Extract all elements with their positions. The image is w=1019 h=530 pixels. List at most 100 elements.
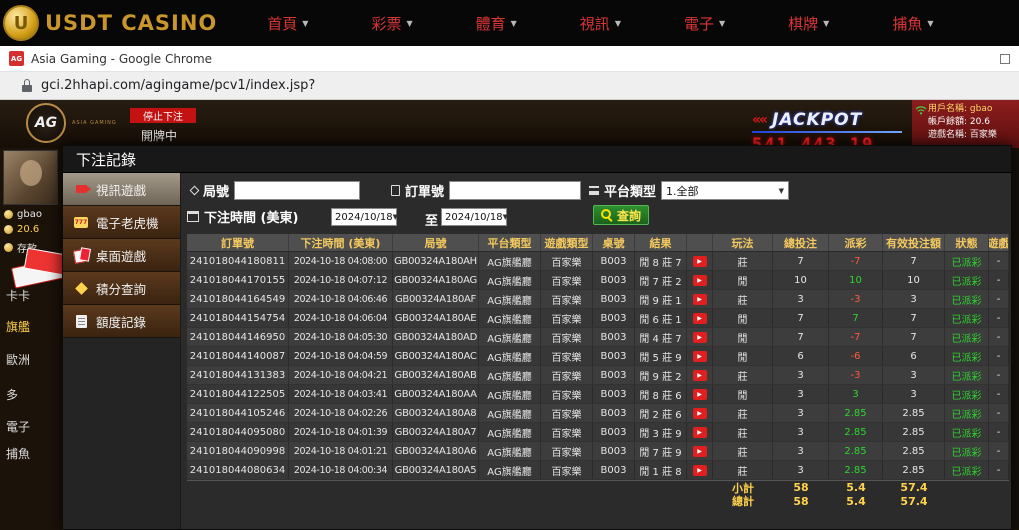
- cell-time: 2024-10-18 04:04:21: [289, 366, 393, 384]
- cell-video: ▶: [687, 461, 713, 479]
- cell-valid: 3: [883, 385, 945, 403]
- cell-play: 莊: [713, 461, 773, 479]
- cell-round: GB00324A180AB: [393, 366, 479, 384]
- cell-status: 已派彩: [945, 252, 989, 270]
- cell-valid: 7: [883, 328, 945, 346]
- search-button[interactable]: 查詢: [593, 205, 649, 225]
- cell-valid: 2.85: [883, 423, 945, 441]
- sidebar-item-table-games[interactable]: 桌面遊戲: [63, 239, 180, 272]
- order-filter: 訂單號: [391, 181, 581, 200]
- cell-result: 閒 5 莊 9: [635, 347, 687, 365]
- search-icon: [601, 209, 613, 221]
- maximize-button[interactable]: [1000, 54, 1010, 64]
- chrome-url-bar[interactable]: gci.2hhapi.com/agingame/pcv1/index.jsp?: [0, 72, 1019, 100]
- cell-platform: AG旗艦廳: [479, 347, 541, 365]
- video-replay-button[interactable]: ▶: [693, 256, 707, 267]
- video-replay-button[interactable]: ▶: [693, 427, 707, 438]
- cell-status: 已派彩: [945, 328, 989, 346]
- cell-round: GB00324A180AE: [393, 309, 479, 327]
- cell-video: ▶: [687, 404, 713, 422]
- window-title: Asia Gaming - Google Chrome: [31, 52, 212, 66]
- cell-payout: 3: [829, 385, 883, 403]
- cell-extra: -: [989, 366, 1009, 384]
- sidebar-item-quota-records[interactable]: 額度記錄: [63, 305, 180, 338]
- stop-betting-badge: 停止下注: [130, 108, 196, 123]
- chevron-down-icon: ▼: [719, 19, 725, 28]
- cell-bet: 3: [773, 290, 829, 308]
- game-top-bar: AG ASIA GAMING 停止下注 開牌中 «« JACKPOT 541,4…: [0, 100, 1019, 148]
- cell-extra: -: [989, 290, 1009, 308]
- cell-platform: AG旗艦廳: [479, 309, 541, 327]
- order-input[interactable]: [449, 181, 581, 200]
- cell-game: 百家樂: [541, 347, 593, 365]
- video-replay-button[interactable]: ▶: [693, 275, 707, 286]
- nav-item-label: 棋牌: [788, 13, 818, 34]
- date-from-select[interactable]: 2024/10/18 ▼: [331, 208, 397, 226]
- cell-game: 百家樂: [541, 290, 593, 308]
- room-item-2[interactable]: 歐洲: [6, 351, 30, 368]
- table-row: 2410180440950802024-10-18 04:01:39GB0032…: [187, 423, 1009, 442]
- cell-payout: 10: [829, 271, 883, 289]
- cell-video: ▶: [687, 271, 713, 289]
- nav-item-6[interactable]: 捕魚▼: [892, 13, 933, 34]
- cell-status: 已派彩: [945, 385, 989, 403]
- sidebar-item-points-query[interactable]: 積分查詢: [63, 272, 180, 305]
- video-replay-button[interactable]: ▶: [693, 332, 707, 343]
- video-replay-button[interactable]: ▶: [693, 408, 707, 419]
- strip-username-label: gbao: [17, 209, 42, 220]
- cell-table_no: B003: [593, 252, 635, 270]
- round-input[interactable]: [234, 181, 360, 200]
- nav-item-1[interactable]: 彩票▼: [371, 13, 412, 34]
- nav-item-2[interactable]: 體育▼: [476, 13, 517, 34]
- room-item-3[interactable]: 多: [6, 386, 18, 403]
- video-replay-button[interactable]: ▶: [693, 446, 707, 457]
- cell-game: 百家樂: [541, 366, 593, 384]
- room-item-5[interactable]: 捕魚: [6, 445, 30, 462]
- video-replay-button[interactable]: ▶: [693, 389, 707, 400]
- nav-item-3[interactable]: 視訊▼: [580, 13, 621, 34]
- cell-extra: -: [989, 423, 1009, 441]
- sidebar-item-slots[interactable]: 電子老虎機: [63, 206, 180, 239]
- video-replay-button[interactable]: ▶: [693, 465, 707, 476]
- nav-item-5[interactable]: 棋牌▼: [788, 13, 829, 34]
- cell-payout: 2.85: [829, 442, 883, 460]
- cell-result: 閒 9 莊 2: [635, 366, 687, 384]
- video-replay-button[interactable]: ▶: [693, 313, 707, 324]
- cell-play: 閒: [713, 271, 773, 289]
- url-text: gci.2hhapi.com/agingame/pcv1/index.jsp?: [41, 78, 315, 93]
- total-row: 總計 58 5.4 57.4: [187, 494, 1009, 508]
- cell-video: ▶: [687, 328, 713, 346]
- video-replay-button[interactable]: ▶: [693, 294, 707, 305]
- video-replay-button[interactable]: ▶: [693, 370, 707, 381]
- date-to-select[interactable]: 2024/10/18 ▼: [441, 208, 507, 226]
- cards-icon: [73, 247, 89, 263]
- jackpot-label: JACKPOT: [772, 110, 862, 130]
- sidebar-item-label: 桌面遊戲: [96, 246, 146, 265]
- table-row: 2410180441469502024-10-18 04:05:30GB0032…: [187, 328, 1009, 347]
- cell-time: 2024-10-18 04:01:21: [289, 442, 393, 460]
- cell-round: GB00324A180AC: [393, 347, 479, 365]
- chevron-down-icon: ▼: [779, 187, 784, 195]
- room-item-1[interactable]: 旗艦: [6, 318, 30, 335]
- room-item-4[interactable]: 電子: [6, 418, 30, 435]
- nav-item-0[interactable]: 首頁▼: [267, 13, 308, 34]
- cell-platform: AG旗艦廳: [479, 442, 541, 460]
- cell-round: GB00324A180A7: [393, 423, 479, 441]
- cell-bet: 3: [773, 461, 829, 479]
- room-item-0[interactable]: 卡卡: [6, 287, 30, 304]
- cell-time: 2024-10-18 04:03:41: [289, 385, 393, 403]
- subtotal-row: 小計 58 5.4 57.4: [187, 480, 1009, 494]
- nav-item-4[interactable]: 電子▼: [684, 13, 725, 34]
- sidebar-item-label: 積分查詢: [96, 279, 146, 298]
- cell-bet: 6: [773, 347, 829, 365]
- cell-game: 百家樂: [541, 404, 593, 422]
- to-label: 至: [425, 210, 438, 229]
- platform-select[interactable]: 1.全部 ▼: [661, 181, 789, 200]
- cell-play: 莊: [713, 423, 773, 441]
- cell-extra: -: [989, 385, 1009, 403]
- sidebar-item-video-games[interactable]: 視訊遊戲: [63, 173, 180, 206]
- chevron-down-icon: ▼: [393, 213, 398, 221]
- cell-status: 已派彩: [945, 271, 989, 289]
- video-replay-button[interactable]: ▶: [693, 351, 707, 362]
- user-avatar: [3, 150, 58, 205]
